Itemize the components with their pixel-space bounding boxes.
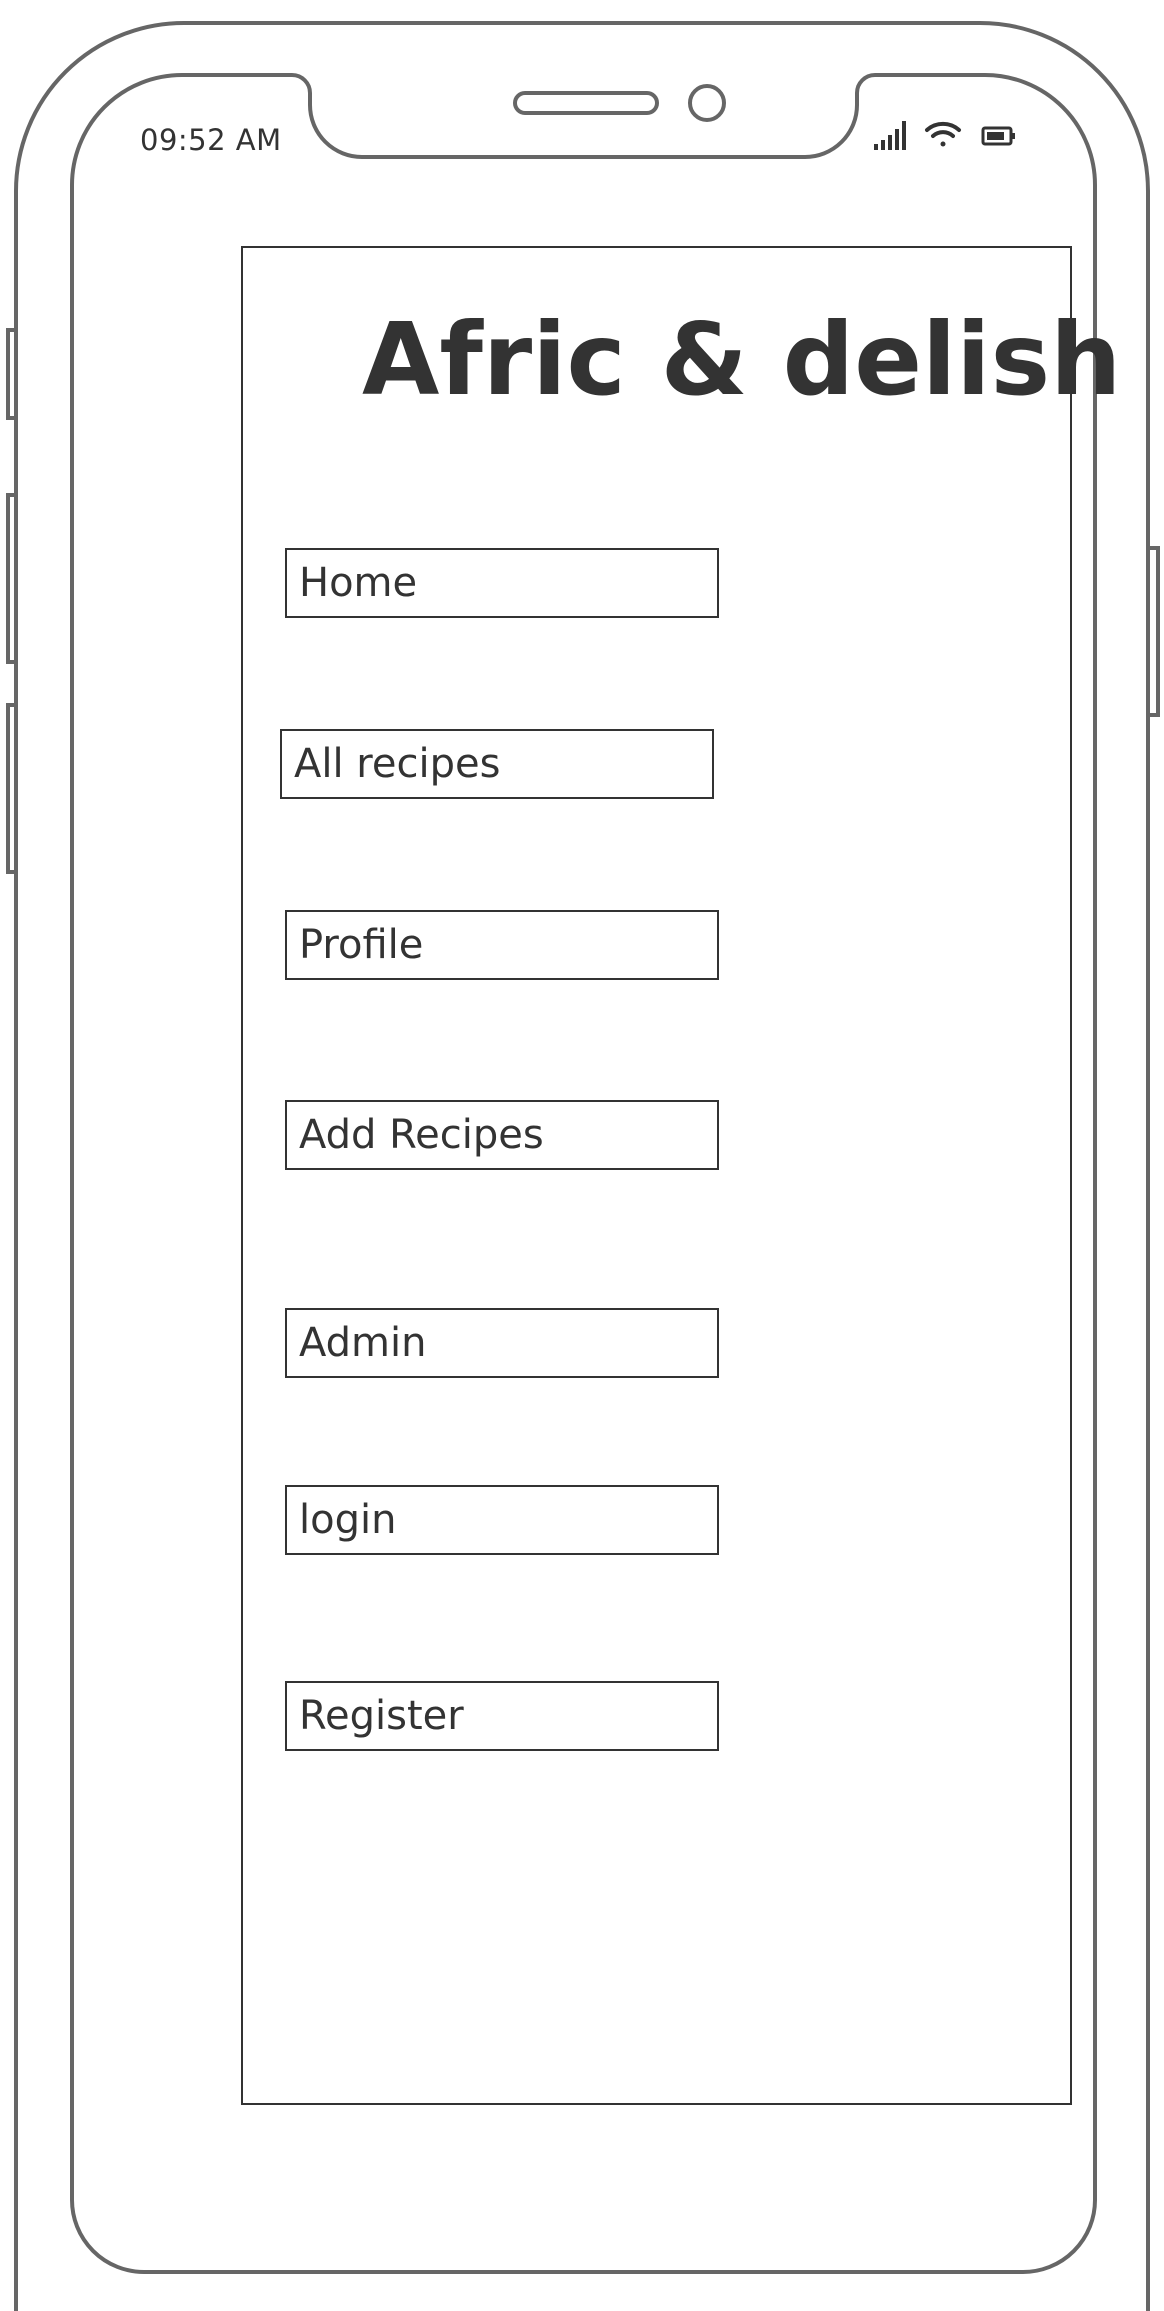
menu-item-label: login — [299, 1497, 397, 1543]
app-screen-panel — [241, 246, 1072, 2105]
signal-icon — [874, 121, 906, 150]
status-icons — [868, 115, 1028, 160]
menu-item-label: Home — [299, 560, 418, 606]
menu-item-login[interactable]: login — [285, 1485, 719, 1555]
wifi-icon — [925, 121, 961, 147]
menu-item-register[interactable]: Register — [285, 1681, 719, 1751]
menu-item-profile[interactable]: Profile — [285, 910, 719, 980]
menu-item-admin[interactable]: Admin — [285, 1308, 719, 1378]
menu-item-label: Register — [299, 1693, 464, 1739]
battery-icon — [981, 126, 1015, 146]
menu-item-label: Add Recipes — [299, 1112, 544, 1158]
menu-item-add-recipes[interactable]: Add Recipes — [285, 1100, 719, 1170]
menu-item-label: Profile — [299, 922, 424, 968]
status-time: 09:52 AM — [140, 123, 282, 157]
menu-item-label: Admin — [299, 1320, 427, 1366]
menu-item-home[interactable]: Home — [285, 548, 719, 618]
menu-item-label: All recipes — [294, 741, 501, 787]
app-title: Afric & delish — [362, 301, 1122, 418]
menu-item-all-recipes[interactable]: All recipes — [280, 729, 714, 799]
